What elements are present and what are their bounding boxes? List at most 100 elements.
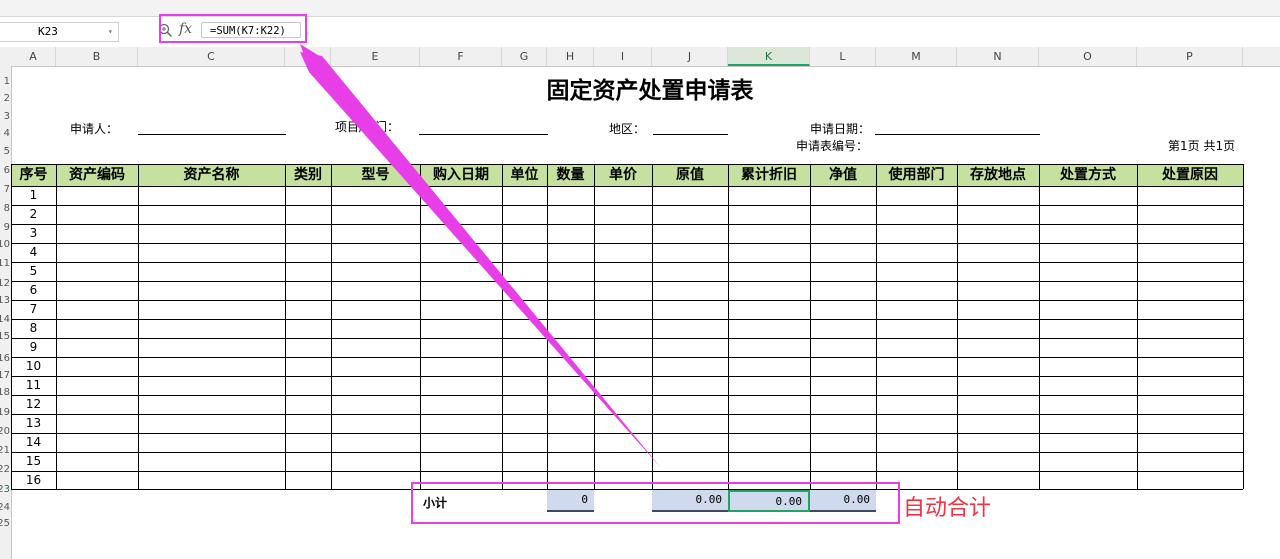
grid-column-line xyxy=(138,164,139,489)
table-row-number[interactable]: 3 xyxy=(11,226,56,240)
table-header-cell: 资产名称 xyxy=(138,165,285,186)
row-header-4[interactable]: 4 xyxy=(0,128,10,139)
table-row-number[interactable]: 9 xyxy=(11,340,56,354)
table-row-number[interactable]: 13 xyxy=(11,416,56,430)
grid-row-line xyxy=(11,281,1243,282)
row-header-15[interactable]: 15 xyxy=(0,331,10,342)
table-row-number[interactable]: 14 xyxy=(11,435,56,449)
table-header-cell: 存放地点 xyxy=(957,165,1039,186)
column-header-p[interactable]: P xyxy=(1137,47,1243,66)
table-header-cell: 数量 xyxy=(547,165,594,186)
row-header-9[interactable]: 9 xyxy=(0,222,10,233)
column-header-l[interactable]: L xyxy=(810,47,876,66)
grid-row-line xyxy=(11,376,1243,377)
table-header-cell: 处置原因 xyxy=(1137,165,1243,186)
grid-column-line xyxy=(1243,164,1244,489)
table-row-number[interactable]: 15 xyxy=(11,454,56,468)
grid-row-line xyxy=(11,414,1243,415)
row-header-7[interactable]: 7 xyxy=(0,184,10,195)
table-row-number[interactable]: 6 xyxy=(11,283,56,297)
row-header-16[interactable]: 16 xyxy=(0,353,10,364)
applicant-label: 申请人： xyxy=(70,120,118,137)
table-row-number[interactable]: 8 xyxy=(11,321,56,335)
grid-column-line xyxy=(331,164,332,489)
column-header-n[interactable]: N xyxy=(957,47,1039,66)
row-header-8[interactable]: 8 xyxy=(0,203,10,214)
table-row-number[interactable]: 12 xyxy=(11,397,56,411)
grid-column-line xyxy=(728,164,729,489)
applicant-underline xyxy=(138,133,286,135)
column-header-d[interactable]: D xyxy=(285,47,331,66)
page-info: 第1页 共1页 xyxy=(1168,137,1235,154)
table-row-number[interactable]: 1 xyxy=(11,188,56,202)
table-row-number[interactable]: 10 xyxy=(11,359,56,373)
row-header-23[interactable]: 23 xyxy=(0,484,10,495)
column-header-c[interactable]: C xyxy=(138,47,285,66)
row-header-24[interactable]: 24 xyxy=(0,502,10,513)
column-header-i[interactable]: I xyxy=(594,47,652,66)
grid-row-line xyxy=(11,243,1243,244)
grid-row-line xyxy=(11,205,1243,206)
form-no-label: 申请表编号： xyxy=(796,137,868,154)
row-header-6[interactable]: 6 xyxy=(0,165,10,176)
row-header-13[interactable]: 13 xyxy=(0,295,10,306)
column-header-e[interactable]: E xyxy=(331,47,420,66)
table-row-number[interactable]: 4 xyxy=(11,245,56,259)
column-header-a[interactable]: A xyxy=(11,47,56,66)
apply-date-underline xyxy=(875,133,1040,135)
chevron-down-icon[interactable]: ▾ xyxy=(108,23,113,41)
region-label: 地区： xyxy=(609,120,645,137)
column-header-f[interactable]: F xyxy=(420,47,502,66)
grid-column-line xyxy=(810,164,811,489)
row-header-21[interactable]: 21 xyxy=(0,445,10,456)
grid-column-line xyxy=(652,164,653,489)
table-row-number[interactable]: 2 xyxy=(11,207,56,221)
grid-row-line xyxy=(11,186,1243,187)
column-header-b[interactable]: B xyxy=(56,47,138,66)
row-header-25[interactable]: 25 xyxy=(0,518,10,529)
grid-row-line xyxy=(11,300,1243,301)
row-header-18[interactable]: 18 xyxy=(0,387,10,398)
column-header-g[interactable]: G xyxy=(502,47,547,66)
row-header-19[interactable]: 19 xyxy=(0,407,10,418)
row-header-10[interactable]: 10 xyxy=(0,239,10,250)
table-row-number[interactable]: 5 xyxy=(11,264,56,278)
column-header-j[interactable]: J xyxy=(652,47,728,66)
grid-column-line xyxy=(502,164,503,489)
name-box[interactable]: K23 ▾ xyxy=(0,22,119,42)
column-header-h[interactable]: H xyxy=(547,47,594,66)
table-header-cell: 类别 xyxy=(285,165,331,186)
grid-column-line xyxy=(594,164,595,489)
table-header-cell: 处置方式 xyxy=(1039,165,1137,186)
table-row-number[interactable]: 11 xyxy=(11,378,56,392)
table-row-number[interactable]: 7 xyxy=(11,302,56,316)
grid-row-line xyxy=(11,319,1243,320)
row-header-3[interactable]: 3 xyxy=(0,111,10,122)
column-header-m[interactable]: M xyxy=(876,47,957,66)
grid-row-line xyxy=(11,338,1243,339)
table-header-cell: 单位 xyxy=(502,165,547,186)
row-header-20[interactable]: 20 xyxy=(0,426,10,437)
table-header-cell: 序号 xyxy=(11,165,56,186)
row-header-11[interactable]: 11 xyxy=(0,258,10,269)
name-box-value: K23 xyxy=(38,23,58,41)
column-header-o[interactable]: O xyxy=(1039,47,1137,66)
table-header-cell: 原值 xyxy=(652,165,728,186)
grid-row-line xyxy=(11,262,1243,263)
table-row-number[interactable]: 16 xyxy=(11,473,56,487)
grid-column-line xyxy=(1137,164,1138,489)
row-header-12[interactable]: 12 xyxy=(0,278,10,289)
grid-row-line xyxy=(11,471,1243,472)
row-header-5[interactable]: 5 xyxy=(0,146,10,157)
grid-row-line xyxy=(11,452,1243,453)
grid-row-line xyxy=(11,433,1243,434)
row-header-22[interactable]: 22 xyxy=(0,464,10,475)
column-header-k[interactable]: K xyxy=(728,47,810,66)
row-header-17[interactable]: 17 xyxy=(0,370,10,381)
auto-sum-note: 自动合计 xyxy=(903,490,991,522)
region-underline xyxy=(653,133,728,135)
grid-row-line xyxy=(11,395,1243,396)
row-header-14[interactable]: 14 xyxy=(0,314,10,325)
table-header-cell: 使用部门 xyxy=(876,165,957,186)
table-header-cell: 资产编码 xyxy=(56,165,138,186)
